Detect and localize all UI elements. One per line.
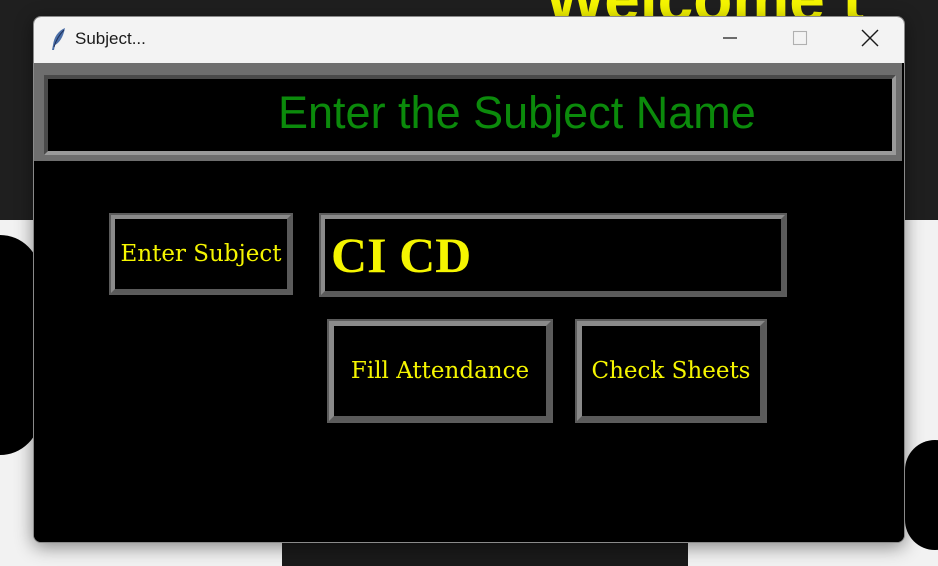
- minimize-icon: [722, 30, 738, 50]
- dialog-content: Enter the Subject Name Enter Subject Fil…: [34, 63, 904, 542]
- close-icon: [861, 29, 879, 51]
- background-footer-strip: [282, 540, 688, 566]
- minimize-button[interactable]: [695, 17, 765, 63]
- maximize-icon: [792, 30, 808, 50]
- subject-input[interactable]: [329, 223, 771, 287]
- header-banner-inner: Enter the Subject Name: [44, 75, 896, 155]
- subject-label-box: Enter Subject: [109, 213, 293, 295]
- page-title: Enter the Subject Name: [278, 87, 756, 138]
- subject-dialog-window: Subject... Enter the Subject Name Enter …: [33, 16, 905, 543]
- feather-icon: [50, 27, 68, 51]
- title-bar[interactable]: Subject...: [34, 17, 904, 63]
- maximize-button[interactable]: [765, 17, 835, 63]
- fill-attendance-label: Fill Attendance: [350, 358, 530, 384]
- subject-entry-box[interactable]: [319, 213, 787, 297]
- fill-attendance-button[interactable]: Fill Attendance: [327, 319, 553, 423]
- subject-label: Enter Subject: [120, 241, 282, 267]
- check-sheets-button[interactable]: Check Sheets: [575, 319, 767, 423]
- background-decoration-right: [905, 440, 938, 550]
- header-banner: Enter the Subject Name: [34, 63, 902, 161]
- close-button[interactable]: [835, 17, 904, 63]
- check-sheets-label: Check Sheets: [591, 358, 751, 384]
- window-title: Subject...: [75, 29, 146, 48]
